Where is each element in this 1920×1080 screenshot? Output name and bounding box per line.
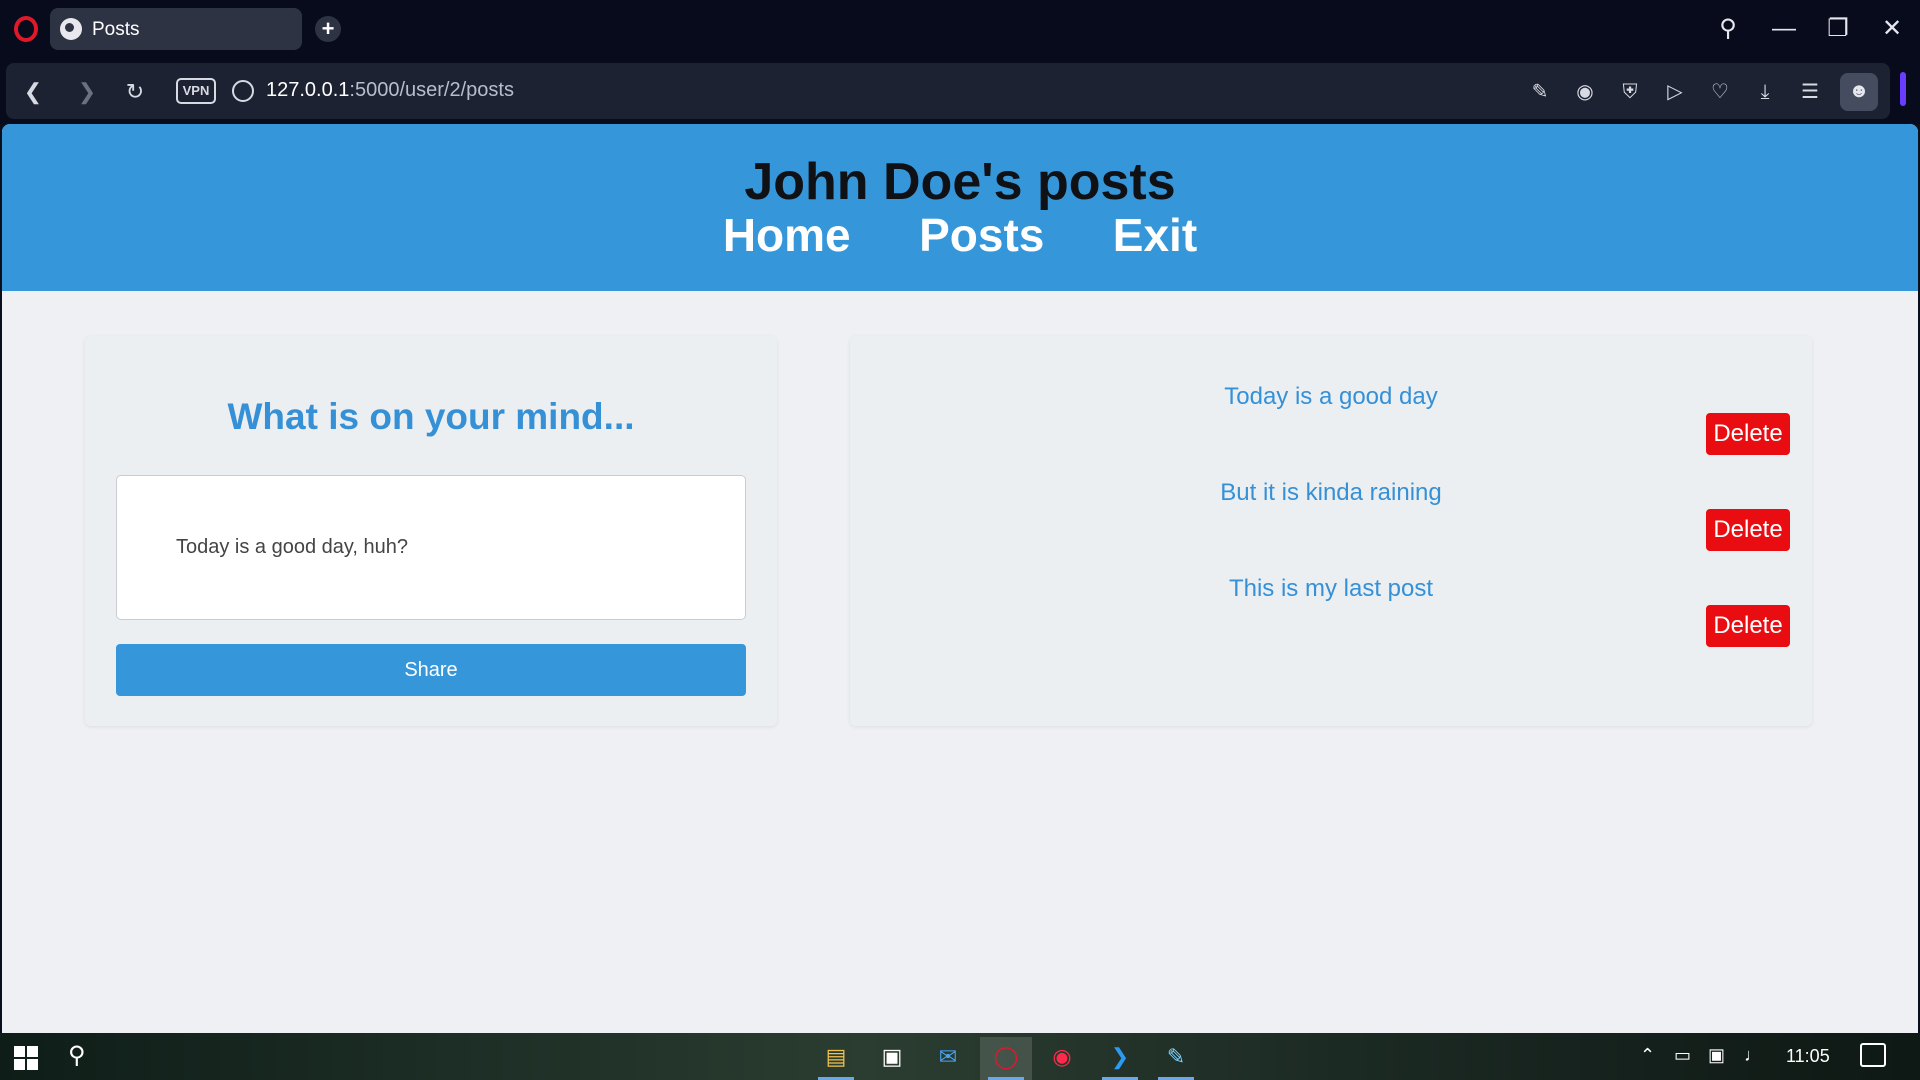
shield-icon[interactable]: ⛨	[1614, 77, 1646, 107]
nav-posts-link[interactable]: Posts	[919, 208, 1044, 262]
nav-exit-link[interactable]: Exit	[1113, 208, 1197, 262]
page-viewport: John Doe's posts Home Posts Exit What is…	[2, 124, 1918, 1033]
address-bar: ❮ ❯ ↻ VPN 127.0.0.1:5000/user/2/posts ✎ …	[6, 63, 1890, 119]
tray-overflow-icon[interactable]: ⌃	[1640, 1045, 1655, 1066]
search-icon[interactable]: ⚲	[1710, 12, 1746, 46]
site-nav: Home Posts Exit	[2, 208, 1918, 262]
download-icon[interactable]: ⤓	[1749, 77, 1781, 107]
volume-icon[interactable]: ♩	[1744, 1045, 1762, 1066]
share-button[interactable]: Share	[116, 644, 746, 696]
sidebar-accent	[1900, 72, 1906, 106]
mail-icon[interactable]: ✉	[922, 1037, 974, 1080]
new-tab-button[interactable]: +	[315, 16, 341, 42]
reload-button[interactable]: ↻	[120, 77, 150, 107]
store-icon[interactable]: ▣	[866, 1037, 918, 1080]
taskbar-search-icon[interactable]: ⚲	[68, 1043, 94, 1069]
vscode-icon[interactable]: ❯	[1094, 1037, 1146, 1080]
url-field[interactable]: 127.0.0.1:5000/user/2/posts	[266, 79, 514, 102]
forward-button[interactable]: ❯	[72, 77, 102, 107]
delete-button[interactable]: Delete	[1706, 509, 1790, 551]
url-host: 127.0.0.1	[266, 79, 350, 101]
delete-button[interactable]: Delete	[1706, 413, 1790, 455]
composer-card: What is on your mind... Today is a good …	[85, 336, 777, 726]
composer-title: What is on your mind...	[227, 396, 635, 437]
site-info-icon[interactable]	[232, 80, 254, 102]
url-path: :5000/user/2/posts	[349, 79, 514, 101]
minimize-button[interactable]: —	[1766, 12, 1802, 46]
heart-icon[interactable]: ♡	[1704, 77, 1736, 107]
file-explorer-icon[interactable]: ▤	[810, 1037, 862, 1080]
delete-button[interactable]: Delete	[1706, 605, 1790, 647]
browser-tab[interactable]: Posts	[50, 8, 302, 50]
back-button[interactable]: ❮	[18, 77, 48, 107]
restore-button[interactable]: ❐	[1820, 12, 1856, 46]
taskbar: ⚲ ▤ ▣ ✉ ◯ ◉ ❯ ✎ ⌃ ▭ ▣ ♩ 11:05	[0, 1033, 1920, 1080]
menu-icon[interactable]: ☰	[1794, 77, 1826, 107]
browser-tab-strip: Posts + ⚲ — ❐ ✕	[0, 0, 1920, 57]
send-icon[interactable]: ▷	[1659, 77, 1691, 107]
post-text: But it is kinda raining	[1220, 479, 1442, 506]
opera-taskbar-icon[interactable]: ◯	[980, 1037, 1032, 1080]
profile-icon[interactable]: ☻	[1840, 73, 1878, 111]
globe-icon	[60, 18, 82, 40]
battery-icon[interactable]: ▭	[1674, 1045, 1691, 1066]
opera-logo-icon[interactable]	[14, 16, 38, 42]
notifications-icon[interactable]	[1860, 1043, 1886, 1067]
close-window-button[interactable]: ✕	[1874, 12, 1910, 46]
network-icon[interactable]: ▣	[1708, 1045, 1725, 1066]
posts-card: Today is a good day Delete But it is kin…	[850, 336, 1812, 726]
post-input[interactable]: Today is a good day, huh?	[116, 475, 746, 620]
tab-title: Posts	[92, 19, 140, 40]
camera-icon[interactable]: ◉	[1569, 77, 1601, 107]
nav-home-link[interactable]: Home	[723, 208, 851, 262]
vpn-badge[interactable]: VPN	[176, 78, 216, 104]
windows-start-icon[interactable]	[14, 1046, 38, 1070]
taskbar-clock[interactable]: 11:05	[1786, 1046, 1830, 1067]
paint-icon[interactable]: ✎	[1150, 1037, 1202, 1080]
address-bar-row: ❮ ❯ ↻ VPN 127.0.0.1:5000/user/2/posts ✎ …	[0, 57, 1920, 124]
page-title: John Doe's posts	[744, 153, 1176, 211]
site-header: John Doe's posts Home Posts Exit	[2, 124, 1918, 291]
opera-gx-icon[interactable]: ◉	[1036, 1037, 1088, 1080]
post-text: Today is a good day	[1224, 383, 1438, 410]
post-text: This is my last post	[1228, 575, 1434, 602]
share-page-icon[interactable]: ✎	[1524, 77, 1556, 107]
